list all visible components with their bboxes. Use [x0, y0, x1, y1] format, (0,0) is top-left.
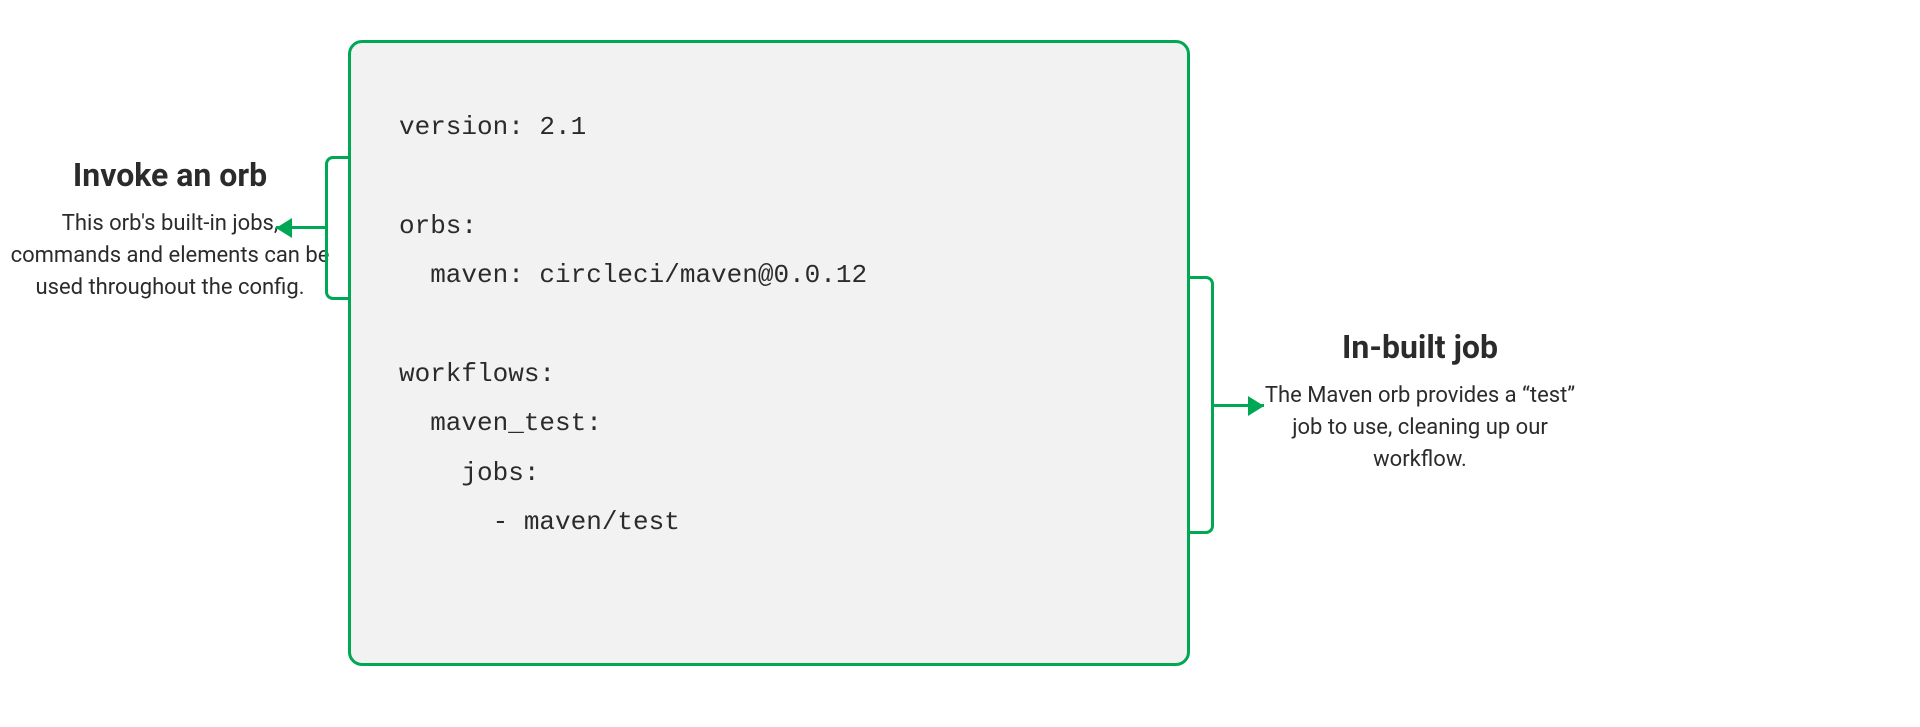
arrow-left-icon — [276, 220, 328, 236]
bracket-left-icon — [325, 156, 349, 300]
right-annotation-title: In-built job — [1260, 328, 1580, 366]
left-annotation-title: Invoke an orb — [10, 156, 330, 194]
diagram-container: Invoke an orb This orb's built-in jobs, … — [0, 0, 1920, 727]
code-content: version: 2.1 orbs: maven: circleci/maven… — [399, 103, 1139, 548]
bracket-right-icon — [1190, 276, 1214, 534]
right-annotation-body: The Maven orb provides a “test” job to u… — [1260, 380, 1580, 476]
right-annotation: In-built job The Maven orb provides a “t… — [1260, 328, 1580, 476]
code-box: version: 2.1 orbs: maven: circleci/maven… — [348, 40, 1190, 666]
arrow-right-icon — [1212, 398, 1264, 414]
